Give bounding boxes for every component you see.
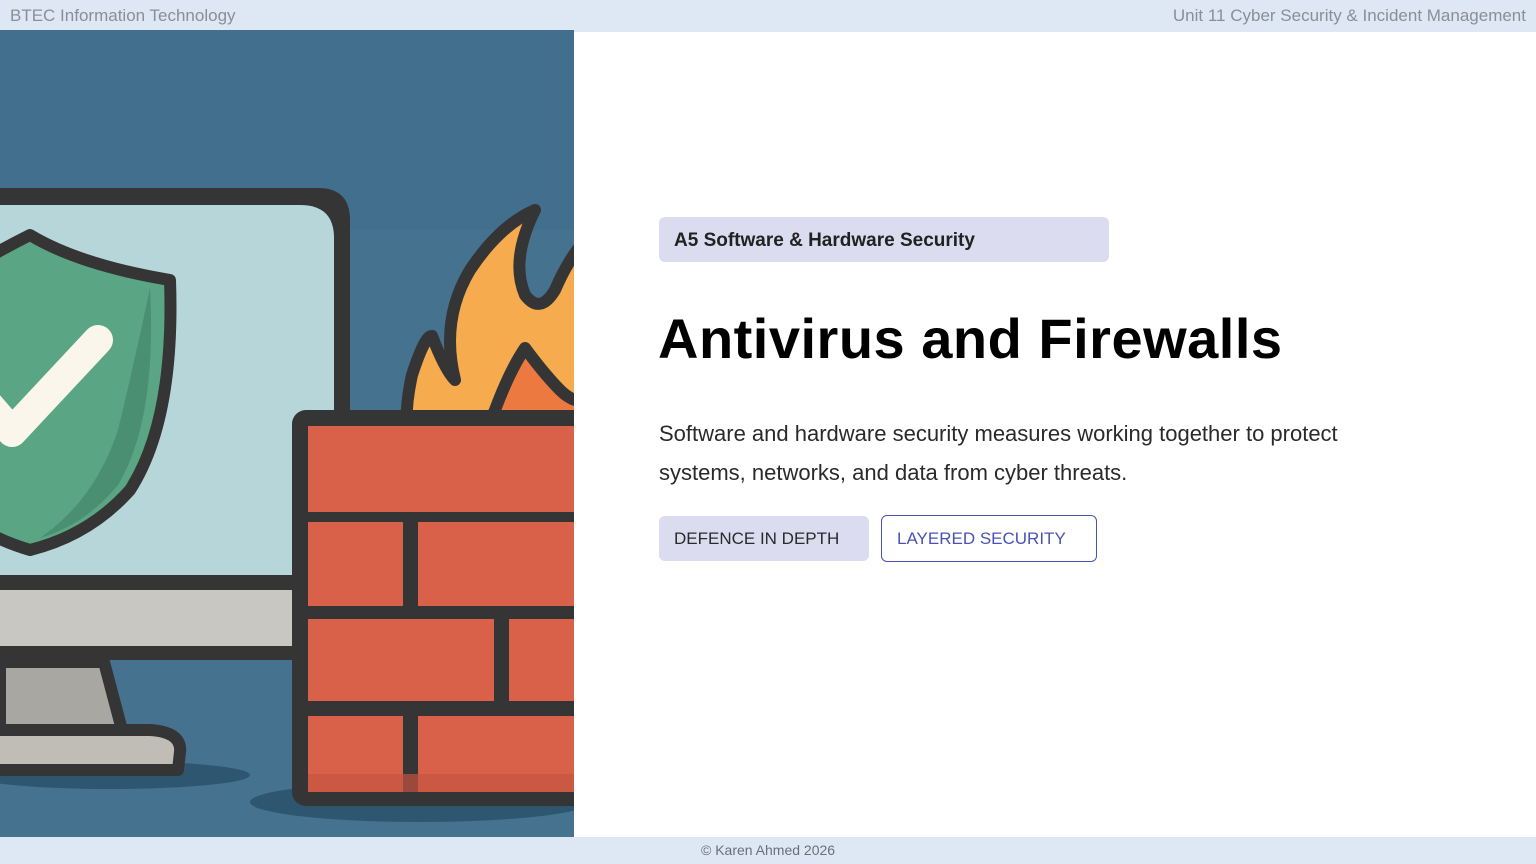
course-name: BTEC Information Technology	[10, 6, 236, 25]
footer-bar: © Karen Ahmed 2026	[0, 837, 1536, 864]
section-tag: A5 Software & Hardware Security	[659, 217, 1109, 262]
tag-layered-security: LAYERED SECURITY	[881, 515, 1097, 562]
copyright-text: © Karen Ahmed 2026	[701, 842, 836, 858]
tag-defence-in-depth: DEFENCE IN DEPTH	[659, 516, 869, 561]
top-header-bar: BTEC Information Technology Unit 11 Cybe…	[0, 0, 1536, 32]
slide-description: Software and hardware security measures …	[659, 421, 1338, 485]
slide-title: Antivirus and Firewalls	[658, 307, 1283, 370]
brick-wall-icon	[292, 410, 574, 806]
unit-name: Unit 11 Cyber Security & Incident Manage…	[1172, 6, 1526, 25]
antivirus-firewall-illustration	[0, 30, 574, 840]
